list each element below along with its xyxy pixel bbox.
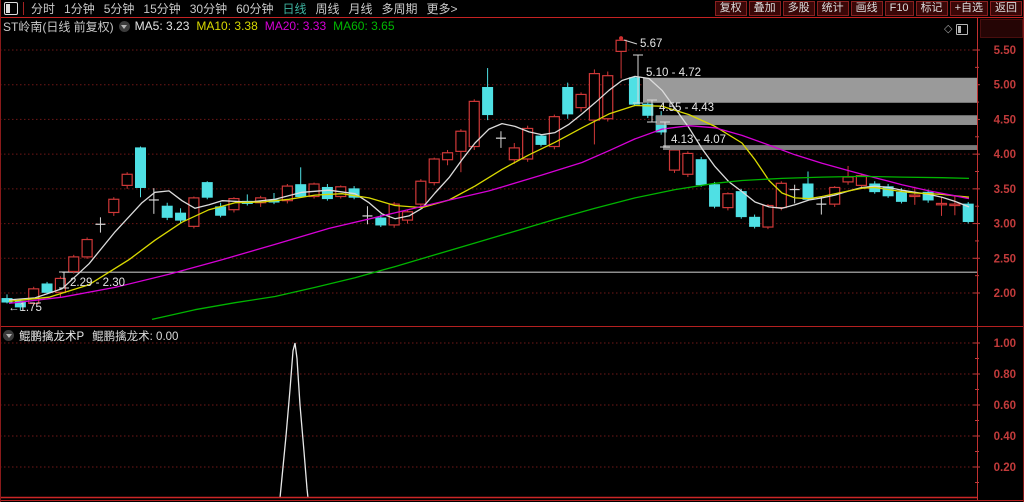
- candle-up-body: [682, 152, 694, 175]
- ma-value-labels: MA5: 3.23 MA10: 3.38 MA20: 3.33 MA60: 3.65: [135, 19, 402, 33]
- indicator-name[interactable]: 鲲鹏擒龙术P: [19, 328, 84, 344]
- candle-down-body: [295, 184, 307, 197]
- candle-down-body: [482, 86, 494, 116]
- candle-up-body: [428, 158, 440, 184]
- candle-up-body: [775, 182, 787, 209]
- candle-up-body: [68, 256, 80, 273]
- frame-lines: [0, 0, 1024, 502]
- candle-up-body: [855, 175, 868, 186]
- diamond-icon[interactable]: ◇: [944, 24, 952, 35]
- candle-down-body: [161, 205, 173, 218]
- candle-down-body: [535, 135, 547, 145]
- axis-label: 4.00: [994, 149, 1016, 161]
- candle-up-body: [602, 75, 614, 120]
- axis-label: 5.00: [994, 80, 1016, 92]
- axis-label: 0.40: [994, 431, 1016, 443]
- candle-up-body: [508, 147, 520, 161]
- resistance-band: [656, 115, 977, 125]
- ma20-line: [8, 125, 970, 305]
- candle-up-body: [949, 203, 961, 207]
- candle-up-body: [388, 203, 400, 226]
- indicator-gridlines: 1.00 0.80 0.60 0.40 0.20: [0, 338, 1016, 483]
- ma-label-1: MA5: 3.23: [134, 19, 190, 33]
- candle-down-body: [735, 191, 747, 218]
- resistance-band: [643, 77, 977, 103]
- candle-up-body: [762, 204, 774, 228]
- candle-up-body: [722, 193, 734, 209]
- annotation-text: ←1.75: [8, 302, 42, 314]
- info-bar: ST岭南(日线 前复权) MA5: 3.23 MA10: 3.38 MA20: 3.…: [3, 19, 402, 34]
- axis-label: 4.50: [994, 114, 1016, 126]
- annotation-text: 5.10 - 4.72: [646, 67, 701, 79]
- ma-label-2: MA10: 3.38: [196, 19, 258, 33]
- symbol-title: ST岭南(日线 前复权): [3, 19, 114, 34]
- candle-down-body: [135, 147, 146, 188]
- candle-down-body: [41, 283, 53, 293]
- indicator-value: 鲲鹏擒龙术: 0.00: [92, 330, 179, 343]
- chart-canvas[interactable]: 5.50 5.00 4.50 4.00 3.50 3.00 2.50 2.00 5.67 5.10…: [0, 0, 1024, 502]
- indicator-panel-header: 鲲鹏擒龙术P 鲲鹏擒龙术: 0.00: [3, 328, 179, 344]
- chevron-down-icon[interactable]: [118, 20, 130, 32]
- candle-up-body: [935, 202, 948, 206]
- indicator-spike: [279, 342, 309, 499]
- candle-down-body: [175, 212, 187, 221]
- app-window: 分时 1分钟 5分钟 15分钟 30分钟 60分钟 日线 周线 月线 多周期 更多> 复权 叠加 多股统…: [0, 0, 1024, 502]
- candle-down-body: [201, 182, 213, 198]
- axis-label: 2.00: [994, 288, 1016, 300]
- candle-up-body: [615, 39, 627, 52]
- chevron-down-icon[interactable]: [3, 330, 14, 341]
- candle-up-body: [842, 176, 854, 183]
- candle-down-body: [695, 159, 707, 186]
- candle-up-body: [121, 173, 133, 186]
- ma-label-3: MA20: 3.33: [264, 19, 327, 33]
- axis-label: 5.50: [994, 45, 1016, 57]
- axis-label: 3.50: [994, 184, 1016, 196]
- candle-up-body: [108, 198, 120, 214]
- candle-down-body: [709, 184, 721, 207]
- maximize-panel-icon[interactable]: [956, 24, 969, 35]
- chart-corner-icons: ◇: [944, 24, 969, 35]
- candle-up-body: [575, 93, 587, 109]
- candle-down-body: [749, 216, 761, 227]
- axis-label: 3.00: [994, 219, 1016, 231]
- axis-label: 0.20: [994, 462, 1016, 474]
- candle-up-body: [81, 238, 93, 258]
- candle-up-body: [455, 130, 467, 152]
- ma-label-4: MA60: 3.65: [333, 19, 395, 33]
- candle-up-body: [188, 197, 200, 227]
- candle-up-body: [415, 180, 427, 205]
- candle-up-body: [441, 152, 454, 161]
- annotation-text: 5.67: [640, 38, 662, 50]
- axis-label: 0.80: [994, 369, 1016, 381]
- axis-label: 1.00: [994, 338, 1016, 350]
- annotation-text: 2.29 - 2.30: [70, 277, 125, 289]
- annotation-text: 4.55 - 4.43: [659, 102, 714, 114]
- candle-down-body: [895, 191, 907, 202]
- ma60-line: [151, 175, 970, 321]
- candle-down-body: [562, 86, 574, 115]
- candle-down-body: [802, 183, 814, 200]
- candle-up-body: [588, 73, 601, 121]
- axis-label: 2.50: [994, 253, 1016, 265]
- candle-up-body: [668, 149, 681, 171]
- annotation-dot: [619, 36, 623, 40]
- candle-down-body: [375, 217, 387, 226]
- axis-corner-box: [980, 19, 1023, 38]
- annotation-text: 4.13 - 4.07: [671, 134, 726, 146]
- axis-label: 0.60: [994, 400, 1016, 412]
- candle-up-body: [909, 194, 921, 198]
- candle-down-body: [321, 186, 333, 200]
